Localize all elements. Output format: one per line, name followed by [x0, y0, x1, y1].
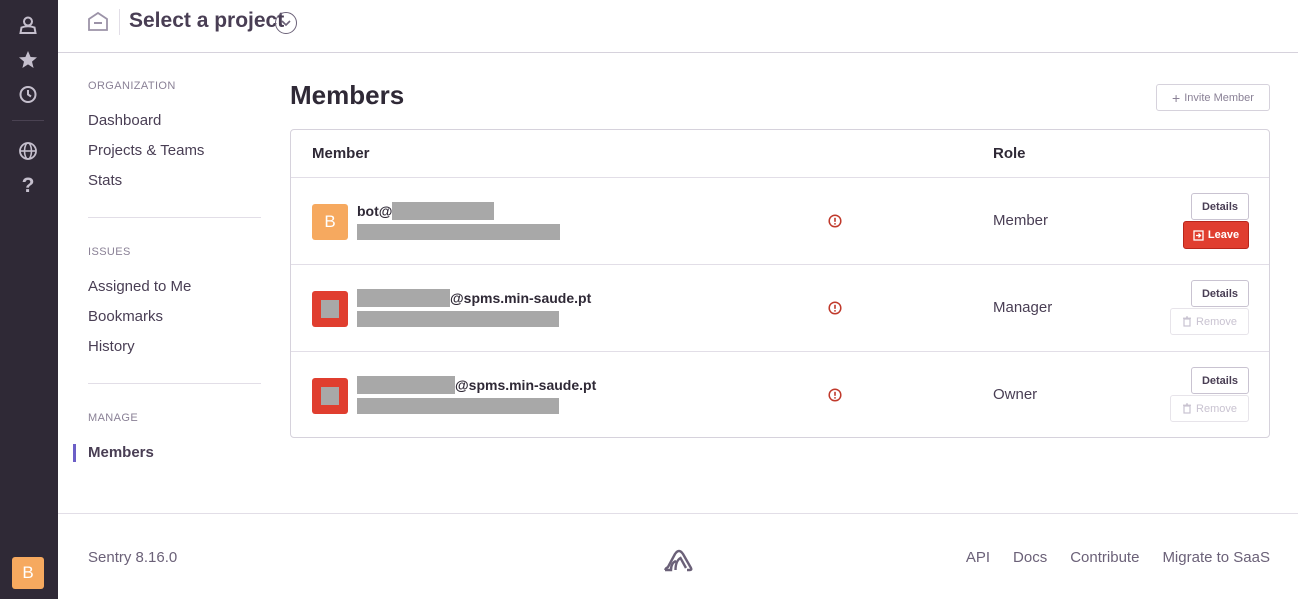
footer-link-api[interactable]: API: [966, 549, 990, 566]
nav-item-dashboard[interactable]: Dashboard: [88, 106, 261, 136]
page-title: Members: [290, 80, 405, 110]
table-row: B bot@ Member Details Leave: [291, 178, 1269, 265]
member-email[interactable]: @spms.min-saude.pt: [357, 289, 591, 307]
member-email[interactable]: bot@: [357, 202, 495, 220]
clock-icon[interactable]: [15, 81, 41, 107]
footer-link-contribute[interactable]: Contribute: [1070, 549, 1139, 566]
org-navigation: ORGANIZATION Dashboard Projects & Teams …: [73, 80, 261, 468]
nav-item-stats[interactable]: Stats: [88, 166, 261, 196]
remove-button[interactable]: Remove: [1170, 308, 1249, 335]
nav-item-bookmarks[interactable]: Bookmarks: [88, 302, 261, 332]
avatar: [312, 291, 348, 327]
remove-label: Remove: [1196, 315, 1237, 328]
table-row: @spms.min-saude.pt Owner Details Remove: [291, 352, 1269, 439]
app-sidebar: ? B: [0, 0, 58, 599]
nav-heading-organization: ORGANIZATION: [88, 80, 176, 92]
redacted-text: [392, 202, 495, 220]
warning-icon[interactable]: [828, 388, 842, 402]
invite-member-label: Invite Member: [1184, 91, 1254, 104]
table-header: Member Role: [291, 130, 1269, 178]
redacted-name: [357, 311, 559, 327]
email-prefix: bot@: [357, 203, 393, 219]
redacted-text: [357, 376, 455, 394]
plus-icon: +: [1172, 89, 1181, 106]
remove-button[interactable]: Remove: [1170, 395, 1249, 422]
trash-icon: [1183, 316, 1192, 327]
avatar: [312, 378, 348, 414]
remove-label: Remove: [1196, 402, 1237, 415]
email-suffix: @spms.min-saude.pt: [450, 290, 592, 306]
nav-item-assigned-to-me[interactable]: Assigned to Me: [88, 272, 261, 302]
nav-heading-manage: MANAGE: [88, 412, 139, 424]
member-role: Manager: [993, 299, 1053, 316]
exit-icon: [1193, 229, 1204, 241]
warning-icon[interactable]: [828, 214, 842, 228]
user-avatar[interactable]: B: [12, 557, 44, 589]
details-button[interactable]: Details: [1191, 367, 1249, 394]
nav-divider: [88, 217, 261, 218]
nav-heading-issues: ISSUES: [88, 246, 131, 258]
email-suffix: @spms.min-saude.pt: [455, 377, 597, 393]
trash-icon: [1183, 403, 1192, 414]
leave-label: Leave: [1207, 229, 1240, 241]
nav-divider: [88, 383, 261, 384]
project-selector-label[interactable]: Select a project: [129, 9, 284, 33]
footer-link-migrate[interactable]: Migrate to SaaS: [1162, 549, 1270, 566]
details-button[interactable]: Details: [1191, 280, 1249, 307]
redacted-name: [357, 224, 560, 240]
table-row: @spms.min-saude.pt Manager Details Remov…: [291, 265, 1269, 352]
top-header: Select a project: [58, 0, 1298, 53]
footer: Sentry 8.16.0 API Docs Contribute Migrat…: [58, 513, 1298, 599]
sidebar-divider: [12, 120, 44, 121]
home-icon[interactable]: [87, 10, 109, 32]
nav-item-history[interactable]: History: [88, 332, 261, 362]
column-header-member: Member: [312, 145, 370, 162]
warning-icon[interactable]: [828, 301, 842, 315]
gravatar-image: [321, 300, 339, 318]
avatar: B: [312, 204, 348, 240]
version-label: Sentry 8.16.0: [88, 549, 178, 566]
members-table: Member Role B bot@ Member Details Leave …: [290, 129, 1270, 438]
chevron-down-icon[interactable]: [275, 12, 297, 34]
nav-item-projects-teams[interactable]: Projects & Teams: [88, 136, 261, 166]
header-divider: [119, 9, 120, 35]
column-header-role: Role: [993, 145, 1026, 162]
invite-member-button[interactable]: + Invite Member: [1156, 84, 1270, 111]
member-email[interactable]: @spms.min-saude.pt: [357, 376, 596, 394]
help-icon[interactable]: ?: [15, 173, 41, 199]
star-icon[interactable]: [15, 47, 41, 73]
member-role: Owner: [993, 386, 1038, 403]
redacted-text: [357, 289, 450, 307]
member-role: Member: [993, 212, 1049, 229]
redacted-name: [357, 398, 559, 414]
leave-button[interactable]: Leave: [1183, 221, 1249, 249]
globe-icon[interactable]: [15, 138, 41, 164]
nav-item-members[interactable]: Members: [73, 438, 261, 468]
footer-links: API Docs Contribute Migrate to SaaS: [966, 549, 1270, 566]
gravatar-image: [321, 387, 339, 405]
user-icon[interactable]: [15, 12, 41, 38]
details-button[interactable]: Details: [1191, 193, 1249, 220]
footer-link-docs[interactable]: Docs: [1013, 549, 1047, 566]
sentry-logo-icon[interactable]: [662, 541, 696, 573]
